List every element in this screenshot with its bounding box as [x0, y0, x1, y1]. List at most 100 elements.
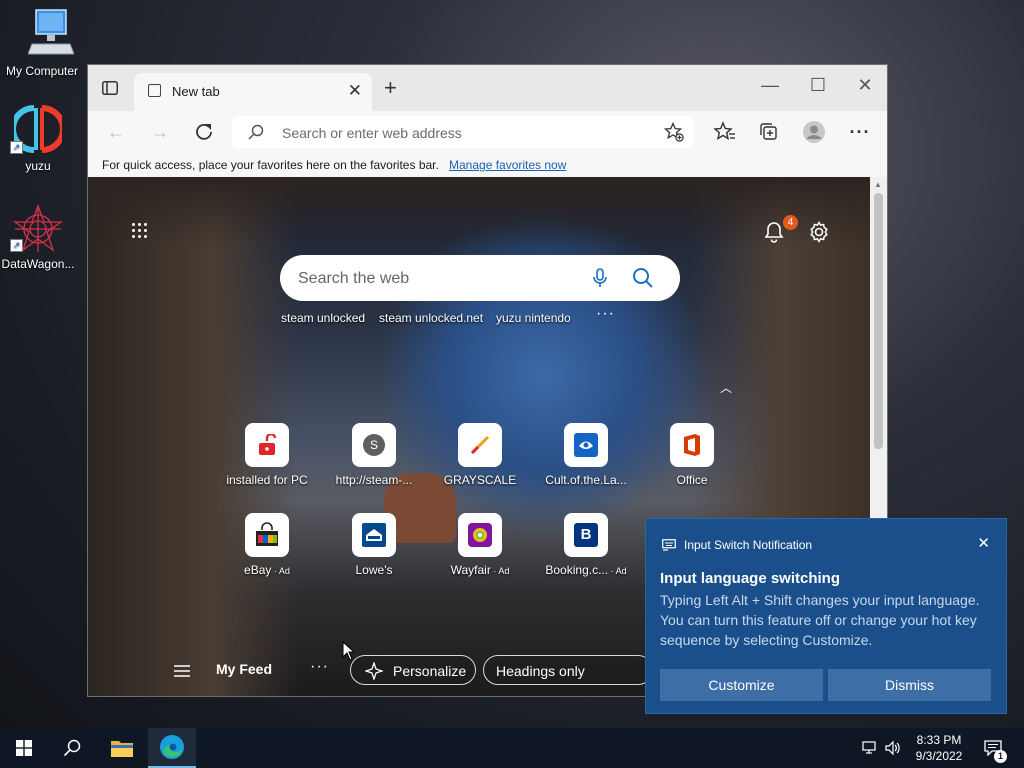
my-feed-tab[interactable]: My Feed	[216, 661, 272, 677]
maximize-icon[interactable]: ☐	[798, 75, 838, 96]
input-switch-notification-toast: Input Switch Notification ✕ Input langua…	[645, 518, 1007, 714]
sparkle-edit-icon	[365, 662, 383, 680]
shortcut-arrow-icon: ↗	[10, 239, 23, 252]
top-site-tile-ad[interactable]: B Booking.c... · Ad	[531, 513, 641, 577]
personalize-button[interactable]: Personalize	[350, 655, 476, 685]
web-search-box[interactable]	[280, 255, 680, 303]
favorites-bar: For quick access, place your favorites h…	[88, 153, 887, 178]
top-site-label: GRAYSCALE	[443, 473, 517, 487]
tab-actions-icon[interactable]	[102, 81, 118, 95]
chevron-up-icon[interactable]: ︿	[720, 379, 732, 396]
add-favorite-star-icon[interactable]	[664, 122, 684, 142]
mouse-pointer-icon	[342, 641, 355, 661]
search-icon	[63, 739, 81, 757]
feed-more-icon[interactable]: ···	[310, 658, 329, 676]
clock[interactable]: 8:33 PM 9/3/2022	[904, 732, 974, 764]
folder-icon	[111, 741, 133, 757]
site-letter-icon: S	[363, 434, 385, 456]
volume-icon[interactable]	[885, 741, 901, 755]
profile-avatar-icon[interactable]	[802, 120, 826, 144]
dismiss-button[interactable]: Dismiss	[828, 669, 991, 701]
top-site-label: eBay · Ad	[244, 563, 290, 577]
notifications-bell-icon[interactable]	[764, 221, 784, 243]
notification-body: Typing Left Alt + Shift changes your inp…	[660, 592, 980, 648]
desktop-icon-label: My Computer	[5, 64, 79, 78]
top-site-tile[interactable]: Lowe's	[319, 513, 429, 577]
microphone-icon[interactable]	[592, 268, 608, 288]
top-site-label: Cult.of.the.La...	[545, 473, 627, 487]
desktop-icon-label: DataWagon...	[1, 257, 75, 271]
desktop-icon-yuzu[interactable]: ↗ yuzu	[0, 104, 80, 173]
settings-and-more-icon[interactable]: ···	[848, 120, 872, 144]
start-button[interactable]	[0, 728, 48, 768]
trending-more-icon[interactable]: ···	[596, 305, 615, 323]
trending-search-1[interactable]: steam unlocked.net	[379, 311, 483, 325]
tab-new-tab[interactable]: New tab ✕	[134, 73, 372, 111]
back-arrow-icon[interactable]: ←	[104, 120, 128, 144]
desktop-icon-label: yuzu	[25, 159, 51, 173]
taskbar-file-explorer[interactable]	[98, 728, 146, 768]
taskbar: 8:33 PM 9/3/2022 1	[0, 728, 1024, 768]
favorites-icon[interactable]	[713, 120, 737, 144]
scrollbar-thumb[interactable]	[874, 193, 883, 449]
shortcut-arrow-icon: ↗	[10, 141, 23, 154]
desktop-icon-datawagon[interactable]: ↗ DataWagon...	[0, 204, 80, 271]
top-site-tile[interactable]: Office	[637, 423, 747, 487]
edge-logo-icon	[160, 735, 184, 759]
notification-title: Input language switching	[660, 570, 840, 587]
close-window-icon[interactable]: ✕	[845, 75, 885, 96]
action-center-button[interactable]: 1	[980, 728, 1020, 768]
trending-search-2[interactable]: yuzu nintendo	[496, 311, 571, 325]
cult-of-the-lamb-icon	[574, 433, 598, 457]
address-bar[interactable]	[232, 116, 694, 150]
grayscale-pen-icon	[470, 435, 490, 455]
top-site-label: Booking.c... · Ad	[545, 563, 627, 577]
top-site-tile[interactable]: S http://steam-...	[319, 423, 429, 487]
favorites-bar-message: For quick access, place your favorites h…	[102, 158, 439, 172]
tab-title: New tab	[172, 84, 220, 99]
forward-arrow-icon[interactable]: →	[148, 120, 172, 144]
new-tab-plus-icon[interactable]: +	[384, 75, 397, 101]
unlocked-padlock-icon	[259, 434, 277, 455]
trending-search-0[interactable]: steam unlocked	[281, 311, 365, 325]
notification-count-badge: 4	[783, 215, 798, 230]
desktop-icon-my-computer[interactable]: My Computer	[0, 8, 84, 78]
booking-logo-icon: B	[574, 523, 598, 547]
top-site-tile-ad[interactable]: Wayfair · Ad	[425, 513, 535, 577]
lowes-logo-icon	[362, 523, 386, 547]
top-site-label: installed for PC	[226, 473, 308, 487]
close-tab-icon[interactable]: ✕	[348, 81, 362, 101]
close-notification-icon[interactable]: ✕	[977, 534, 990, 552]
top-site-tile[interactable]: installed for PC	[212, 423, 322, 487]
computer-icon	[27, 9, 75, 55]
network-icon[interactable]	[862, 741, 878, 755]
headings-only-label: Headings only	[496, 663, 585, 679]
top-site-tile-ad[interactable]: eBay · Ad	[212, 513, 322, 577]
collections-icon[interactable]	[757, 120, 781, 144]
address-input[interactable]	[280, 116, 654, 150]
top-site-tile[interactable]: Cult.of.the.La...	[531, 423, 641, 487]
keyboard-switch-icon	[662, 539, 676, 551]
top-site-tile[interactable]: GRAYSCALE	[425, 423, 535, 487]
taskbar-search-button[interactable]	[48, 728, 96, 768]
search-icon	[248, 124, 264, 140]
manage-favorites-link[interactable]: Manage favorites now	[449, 158, 566, 172]
web-search-input[interactable]	[296, 255, 590, 303]
headings-only-button[interactable]: Headings only	[483, 655, 653, 685]
search-icon[interactable]	[632, 267, 654, 289]
top-site-label: Wayfair · Ad	[450, 563, 510, 577]
page-settings-gear-icon[interactable]	[808, 221, 830, 243]
action-center-count-badge: 1	[994, 750, 1007, 763]
customize-button[interactable]: Customize	[660, 669, 823, 701]
minimize-icon[interactable]: —	[750, 75, 790, 96]
hamburger-menu-icon[interactable]	[174, 665, 190, 677]
app-launcher-icon[interactable]	[132, 223, 148, 239]
refresh-icon[interactable]	[192, 120, 216, 144]
office-logo-icon	[684, 434, 700, 456]
top-site-label: http://steam-...	[335, 473, 413, 487]
title-bar: New tab ✕ + — ☐ ✕	[88, 65, 887, 111]
taskbar-edge[interactable]	[148, 728, 196, 768]
notification-app-name: Input Switch Notification	[684, 538, 813, 552]
top-site-label: Office	[676, 473, 708, 487]
scroll-up-arrow-icon[interactable]: ▲	[874, 180, 882, 189]
